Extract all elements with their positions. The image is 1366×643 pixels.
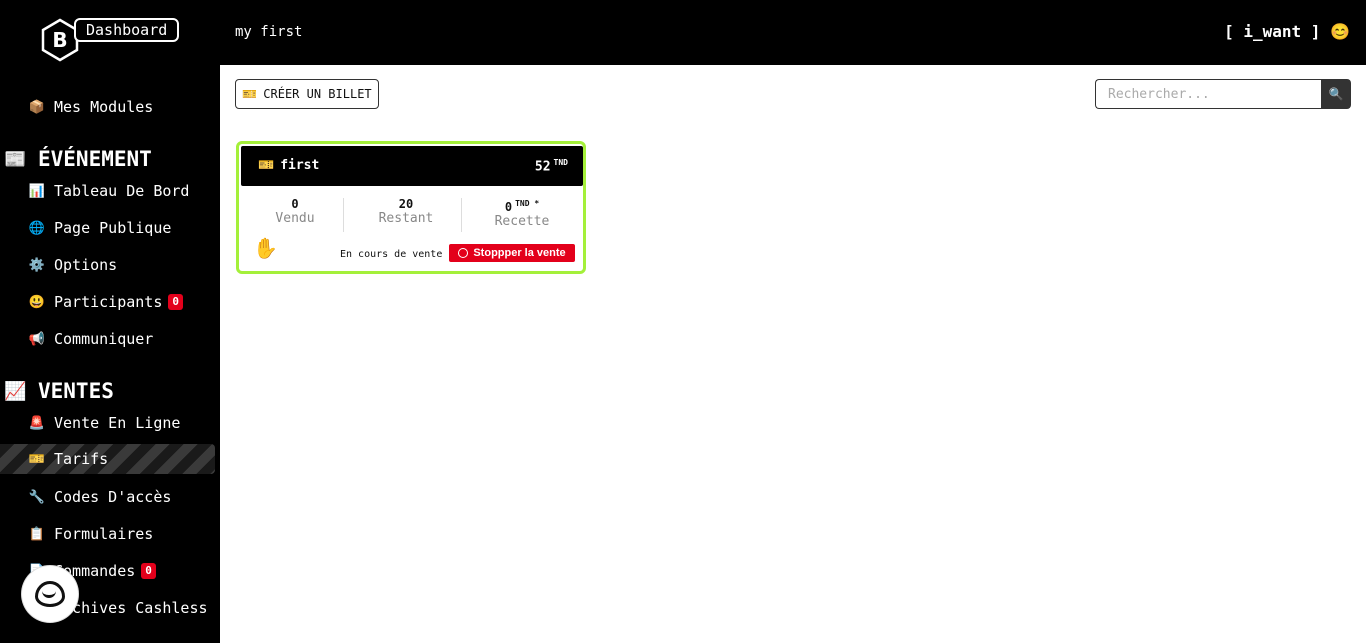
event-title: my first bbox=[235, 24, 303, 40]
ticket-card-header: 🎫 first 52 TND bbox=[241, 146, 583, 186]
stat-remaining-label: Restant bbox=[378, 211, 434, 226]
stat-remaining-value: 20 bbox=[398, 197, 414, 211]
smiley-icon: 😃 bbox=[28, 294, 46, 310]
logo[interactable]: B Dashboard bbox=[40, 18, 180, 64]
ticket-name: 🎫 first bbox=[258, 158, 319, 173]
user-menu[interactable]: [ i_want ] 😊 bbox=[1224, 22, 1350, 41]
wrench-icon: 🔧 bbox=[28, 489, 46, 505]
stat-sold-label: Vendu bbox=[275, 211, 315, 226]
sidebar-item-label: Codes D'accès bbox=[54, 488, 172, 506]
stop-sale-button[interactable]: Stoppper la vente bbox=[449, 244, 575, 262]
sidebar-item-label: Tableau De Bord bbox=[54, 182, 190, 200]
count-badge: 0 bbox=[141, 563, 156, 579]
stat-revenue: 0 TND * Recette bbox=[479, 196, 565, 229]
stat-revenue-value: 0 TND * bbox=[479, 196, 565, 215]
sidebar-item-communicate[interactable]: 📢 Communiquer bbox=[28, 324, 153, 354]
stop-sale-label: Stoppper la vente bbox=[473, 247, 566, 259]
sidebar-item-participants[interactable]: 😃 Participants 0 bbox=[28, 287, 183, 317]
sidebar-item-tarifs[interactable]: 🎫 Tarifs bbox=[0, 444, 215, 474]
sidebar-item-forms[interactable]: 📋 Formulaires bbox=[28, 519, 153, 549]
sidebar-item-label: Archives Cashless bbox=[54, 599, 208, 617]
sidebar-item-label: Mes Modules bbox=[54, 98, 154, 116]
stat-sold: 0 Vendu bbox=[259, 196, 331, 226]
top-bar: my first [ i_want ] 😊 bbox=[220, 0, 1366, 65]
create-ticket-label: CRÉER UN BILLET bbox=[263, 87, 372, 101]
sidebar-item-online-sales[interactable]: 🚨 Vente En Ligne bbox=[28, 408, 181, 438]
siren-icon: 🚨 bbox=[28, 415, 46, 431]
ticket-card[interactable]: 🎫 first 52 TND 0 Vendu 20 Restant 0 TND * R… bbox=[236, 141, 586, 274]
ticket-icon: 🎫 bbox=[28, 451, 46, 467]
ticket-name-text: first bbox=[280, 158, 320, 173]
stat-remaining: 20 Restant bbox=[367, 196, 445, 226]
sidebar-item-label: Page Publique bbox=[54, 219, 172, 237]
sidebar-item-modules[interactable]: 📦 Mes Modules bbox=[28, 92, 153, 122]
section-heading-event: 📰 ÉVÉNEMENT bbox=[4, 144, 152, 174]
logo-text: Dashboard bbox=[74, 18, 180, 42]
stat-sold-value: 0 bbox=[291, 197, 299, 211]
sidebar-item-public-page[interactable]: 🌐 Page Publique bbox=[28, 213, 172, 243]
clipboard-icon: 📋 bbox=[28, 526, 46, 542]
section-label: ÉVÉNEMENT bbox=[38, 147, 152, 171]
search-bar: 🔍 bbox=[1095, 79, 1351, 109]
sidebar-item-label: Communiquer bbox=[54, 330, 154, 348]
section-heading-sales: 📈 VENTES bbox=[4, 376, 114, 406]
sidebar: B Dashboard 📦 Mes Modules 📰 ÉVÉNEMENT 📊 … bbox=[0, 0, 220, 643]
ticket-price-value: 52 bbox=[534, 159, 551, 175]
hand-icon[interactable]: ✋ bbox=[253, 236, 278, 260]
ticket-icon: 🎫 bbox=[258, 158, 275, 173]
revenue-currency: TND * bbox=[515, 199, 540, 208]
section-label: VENTES bbox=[38, 379, 114, 403]
gear-icon: ⚙️ bbox=[28, 257, 46, 273]
stat-divider bbox=[343, 198, 344, 232]
box-icon: 📦 bbox=[28, 99, 46, 115]
search-input[interactable] bbox=[1095, 79, 1321, 109]
sale-status: En cours de vente bbox=[340, 249, 443, 260]
sidebar-item-access-codes[interactable]: 🔧 Codes D'accès bbox=[28, 482, 172, 512]
sidebar-item-options[interactable]: ⚙️ Options bbox=[28, 250, 117, 280]
sidebar-item-label: Options bbox=[54, 256, 118, 274]
trending-up-icon: 📈 bbox=[4, 380, 27, 402]
newspaper-icon: 📰 bbox=[4, 148, 27, 170]
ticket-price: 52 TND bbox=[535, 158, 568, 174]
stat-divider bbox=[461, 198, 462, 232]
sidebar-item-label: Tarifs bbox=[54, 450, 109, 468]
sidebar-item-label: Participants bbox=[54, 293, 163, 311]
globe-icon: 🌐 bbox=[28, 220, 46, 236]
chat-icon bbox=[35, 581, 65, 607]
create-ticket-button[interactable]: 🎫 CRÉER UN BILLET bbox=[235, 79, 379, 109]
ticket-price-currency: TND bbox=[553, 158, 568, 167]
chat-widget-button[interactable] bbox=[22, 566, 78, 622]
search-icon: 🔍 bbox=[1328, 87, 1344, 101]
sidebar-item-label: Formulaires bbox=[54, 525, 154, 543]
revenue-amount: 0 bbox=[504, 200, 513, 214]
ticket-icon: 🎫 bbox=[242, 87, 258, 101]
count-badge: 0 bbox=[168, 294, 183, 310]
stop-icon bbox=[458, 248, 469, 258]
bar-chart-icon: 📊 bbox=[28, 183, 46, 199]
sidebar-item-dashboard[interactable]: 📊 Tableau De Bord bbox=[28, 176, 190, 206]
stat-revenue-label: Recette bbox=[494, 214, 550, 229]
sidebar-item-label: Vente En Ligne bbox=[54, 414, 181, 432]
search-button[interactable]: 🔍 bbox=[1321, 79, 1351, 109]
svg-text:B: B bbox=[52, 28, 67, 52]
megaphone-icon: 📢 bbox=[28, 331, 46, 347]
